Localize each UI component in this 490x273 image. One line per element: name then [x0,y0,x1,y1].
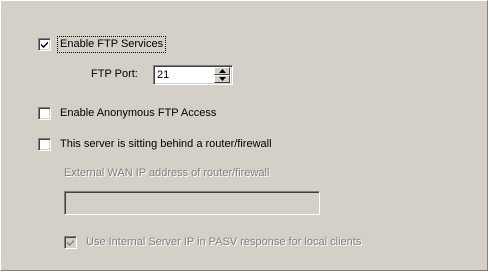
ftp-port-spin-buttons [214,67,230,83]
anonymous-access-checkbox[interactable] [38,107,51,120]
behind-router-checkbox[interactable] [38,138,51,151]
check-icon [41,41,48,48]
use-internal-ip-row[interactable]: Use Internal Server IP in PASV response … [64,236,361,249]
ftp-settings-panel: Enable FTP Services FTP Port: 21 Enable … [0,0,488,271]
use-internal-ip-checkbox[interactable] [64,236,77,249]
check-icon [67,239,74,246]
behind-router-label[interactable]: This server is sitting behind a router/f… [60,138,272,151]
behind-router-row[interactable]: This server is sitting behind a router/f… [38,138,272,151]
use-internal-ip-label: Use Internal Server IP in PASV response … [86,236,362,248]
enable-ftp-checkbox[interactable] [38,38,51,51]
external-wan-ip-label: External WAN IP address of router/firewa… [64,167,270,179]
ftp-port-spinner[interactable]: 21 [153,65,233,85]
spin-up-button[interactable] [214,67,230,75]
enable-ftp-row[interactable]: Enable FTP Services [38,36,167,53]
spin-up-arrow-icon [218,69,226,73]
anonymous-access-label[interactable]: Enable Anonymous FTP Access [60,107,216,120]
anonymous-access-row[interactable]: Enable Anonymous FTP Access [38,107,216,120]
ftp-port-label: FTP Port: [91,68,138,80]
ftp-port-input[interactable]: 21 [154,69,214,81]
spin-down-arrow-icon [218,77,226,81]
spin-down-button[interactable] [214,75,230,83]
ftp-port-row: FTP Port: [91,68,138,80]
external-wan-ip-input[interactable] [64,191,320,215]
enable-ftp-label[interactable]: Enable FTP Services [56,36,167,53]
